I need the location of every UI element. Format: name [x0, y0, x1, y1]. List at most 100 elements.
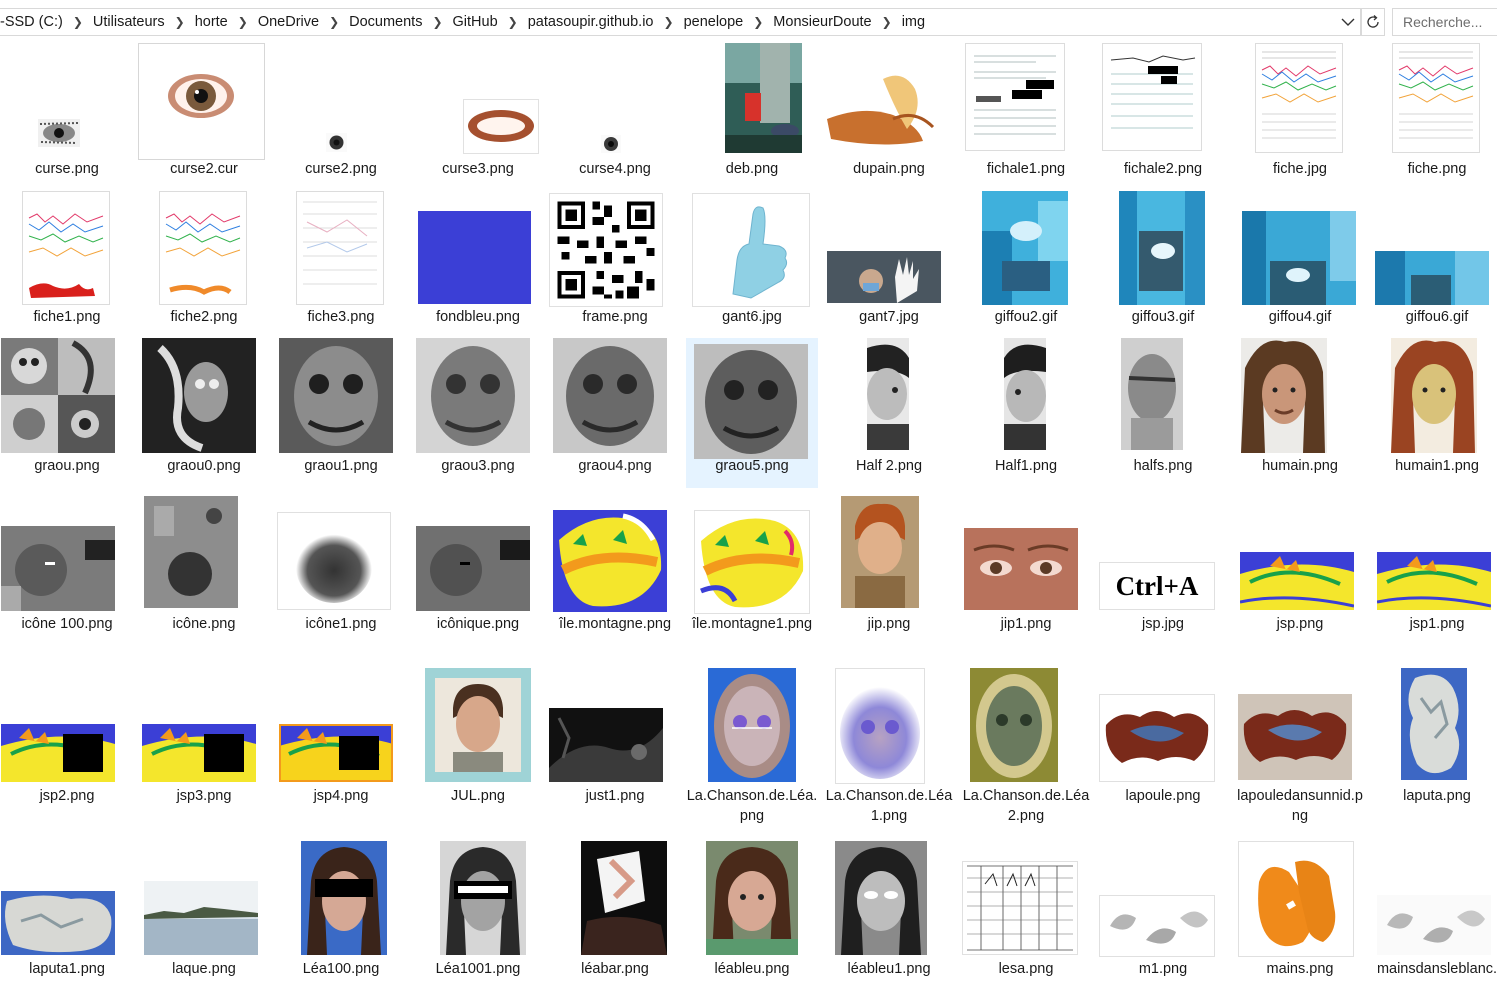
file-item-graou0-png[interactable]: graou0.png [138, 338, 270, 488]
file-item-mainsdansleblanc[interactable]: mainsdansleblanc. [1371, 841, 1497, 991]
file-item-graou1-png[interactable]: graou1.png [275, 338, 407, 488]
file-thumbnail[interactable] [962, 861, 1078, 955]
file-thumbnail[interactable] [970, 668, 1058, 782]
file-item-la-chanson-de-lea-png[interactable]: La.Chanson.de.Léa.png [686, 668, 818, 824]
file-thumbnail[interactable] [694, 510, 810, 614]
file-thumbnail[interactable] [549, 708, 663, 782]
breadcrumb-github[interactable]: GitHub [449, 14, 502, 30]
file-item-gant6-jpg[interactable]: gant6.jpg [686, 191, 818, 341]
file-thumbnail[interactable] [301, 841, 387, 955]
file-thumbnail[interactable] [296, 191, 384, 305]
file-item-jip1-png[interactable]: jip1.png [960, 496, 1092, 652]
refresh-icon[interactable] [1361, 8, 1385, 36]
file-item-fiche3-png[interactable]: fiche3.png [275, 191, 407, 341]
breadcrumb-drive[interactable]: -SSD (C:) [0, 14, 67, 30]
file-thumbnail[interactable] [1375, 251, 1489, 305]
file-item-laque-png[interactable]: laque.png [138, 841, 270, 991]
file-thumbnail[interactable] [38, 119, 80, 147]
file-item-lesa-png[interactable]: lesa.png [960, 841, 1092, 991]
file-thumbnail[interactable] [725, 43, 802, 153]
file-thumbnail[interactable] [708, 668, 796, 782]
file-thumbnail[interactable] [965, 43, 1065, 151]
file-item-curse4-png[interactable]: curse4.png [549, 43, 681, 193]
file-item-graou5-png[interactable]: graou5.png [686, 338, 818, 488]
file-thumbnail[interactable] [1242, 211, 1356, 305]
file-thumbnail[interactable] [1, 724, 115, 782]
file-thumbnail[interactable] [1401, 668, 1467, 780]
file-item-jul-png[interactable]: JUL.png [412, 668, 544, 824]
file-thumbnail[interactable] [1102, 43, 1202, 151]
file-item-half-2-png[interactable]: Half 2.png [823, 338, 955, 488]
file-item-laputa1-png[interactable]: laputa1.png [1, 841, 133, 991]
file-item-jsp-png[interactable]: jsp.png [1234, 496, 1366, 652]
file-item-icone-png[interactable]: icône.png [138, 496, 270, 652]
file-thumbnail[interactable] [706, 841, 798, 955]
chevron-right-icon[interactable]: ❯ [876, 15, 898, 29]
file-thumbnail[interactable] [1238, 694, 1352, 780]
file-item-ile-montagne-png[interactable]: île.montagne.png [549, 496, 681, 652]
file-item-curse2-cur[interactable]: curse2.cur [138, 43, 270, 193]
file-thumbnail[interactable] [835, 668, 925, 784]
breadcrumb-onedrive[interactable]: OneDrive [254, 14, 323, 30]
file-thumbnail[interactable] [159, 191, 247, 305]
file-thumbnail[interactable] [841, 496, 919, 608]
chevron-right-icon[interactable]: ❯ [232, 15, 254, 29]
file-thumbnail[interactable] [1392, 43, 1480, 153]
file-item-lapoule-png[interactable]: lapoule.png [1097, 668, 1229, 824]
file-thumbnail[interactable] [279, 338, 393, 453]
file-thumbnail[interactable] [549, 193, 663, 307]
chevron-right-icon[interactable]: ❯ [502, 15, 524, 29]
breadcrumb-horte[interactable]: horte [191, 14, 232, 30]
file-thumbnail[interactable] [553, 510, 667, 612]
file-item-curse3-png[interactable]: curse3.png [412, 43, 544, 193]
file-item-leableu-png[interactable]: léableu.png [686, 841, 818, 991]
file-item-giffou4-gif[interactable]: giffou4.gif [1234, 191, 1366, 341]
file-item-graou3-png[interactable]: graou3.png [412, 338, 544, 488]
chevron-right-icon[interactable]: ❯ [169, 15, 191, 29]
file-thumbnail[interactable] [144, 881, 258, 955]
file-item-fichale1-png[interactable]: fichale1.png [960, 43, 1092, 193]
file-item-m1-png[interactable]: m1.png [1097, 841, 1229, 991]
chevron-right-icon[interactable]: ❯ [658, 15, 680, 29]
file-item-gant7-jpg[interactable]: gant7.jpg [823, 191, 955, 341]
breadcrumb-patasoupir[interactable]: patasoupir.github.io [524, 14, 658, 30]
file-item-deb-png[interactable]: deb.png [686, 43, 818, 193]
file-item-halfs-png[interactable]: halfs.png [1097, 338, 1229, 488]
file-item-leabar-png[interactable]: léabar.png [549, 841, 681, 991]
file-item-fichale2-png[interactable]: fichale2.png [1097, 43, 1229, 193]
file-thumbnail[interactable] [1099, 895, 1215, 957]
file-item-mains-png[interactable]: mains.png [1234, 841, 1366, 991]
file-item-jsp3-png[interactable]: jsp3.png [138, 668, 270, 824]
file-thumbnail[interactable] [1004, 338, 1046, 450]
file-item-lea100-png[interactable]: Léa100.png [275, 841, 407, 991]
file-item-dupain-png[interactable]: dupain.png [823, 43, 955, 193]
file-thumbnail[interactable] [581, 841, 667, 955]
file-item-curse-png[interactable]: curse.png [1, 43, 133, 193]
file-item-lapouledansunnid-png[interactable]: lapouledansunnid.png [1234, 668, 1366, 824]
file-thumbnail[interactable] [1, 891, 115, 955]
file-thumbnail[interactable] [1377, 895, 1491, 955]
file-item-lea1001-png[interactable]: Léa1001.png [412, 841, 544, 991]
file-item-fondbleu-png[interactable]: fondbleu.png [412, 191, 544, 341]
file-item-giffou2-gif[interactable]: giffou2.gif [960, 191, 1092, 341]
file-item-jsp4-png[interactable]: jsp4.png [275, 668, 407, 824]
file-thumbnail[interactable] [1241, 338, 1327, 453]
file-thumbnail[interactable] [142, 724, 256, 782]
file-thumbnail[interactable] [440, 841, 526, 955]
file-thumbnail[interactable] [1377, 552, 1491, 610]
file-thumbnail[interactable] [1119, 191, 1205, 305]
file-thumbnail[interactable] [326, 133, 347, 152]
file-thumbnail[interactable] [1121, 338, 1183, 450]
file-thumbnail[interactable] [1099, 694, 1215, 782]
file-item-la-chanson-de-lea1-png[interactable]: La.Chanson.de.Léa1.png [823, 668, 955, 824]
file-thumbnail[interactable] [694, 344, 808, 459]
breadcrumb-img[interactable]: img [898, 14, 929, 30]
breadcrumb[interactable]: -SSD (C:) ❯ Utilisateurs ❯ horte ❯ OneDr… [0, 8, 1361, 36]
breadcrumb-utilisateurs[interactable]: Utilisateurs [89, 14, 169, 30]
file-item-graou-png[interactable]: graou.png [1, 338, 133, 488]
file-item-fiche-jpg[interactable]: fiche.jpg [1234, 43, 1366, 193]
chevron-right-icon[interactable]: ❯ [323, 15, 345, 29]
file-thumbnail[interactable] [1, 526, 115, 611]
file-thumbnail[interactable] [142, 338, 256, 453]
chevron-right-icon[interactable]: ❯ [747, 15, 769, 29]
